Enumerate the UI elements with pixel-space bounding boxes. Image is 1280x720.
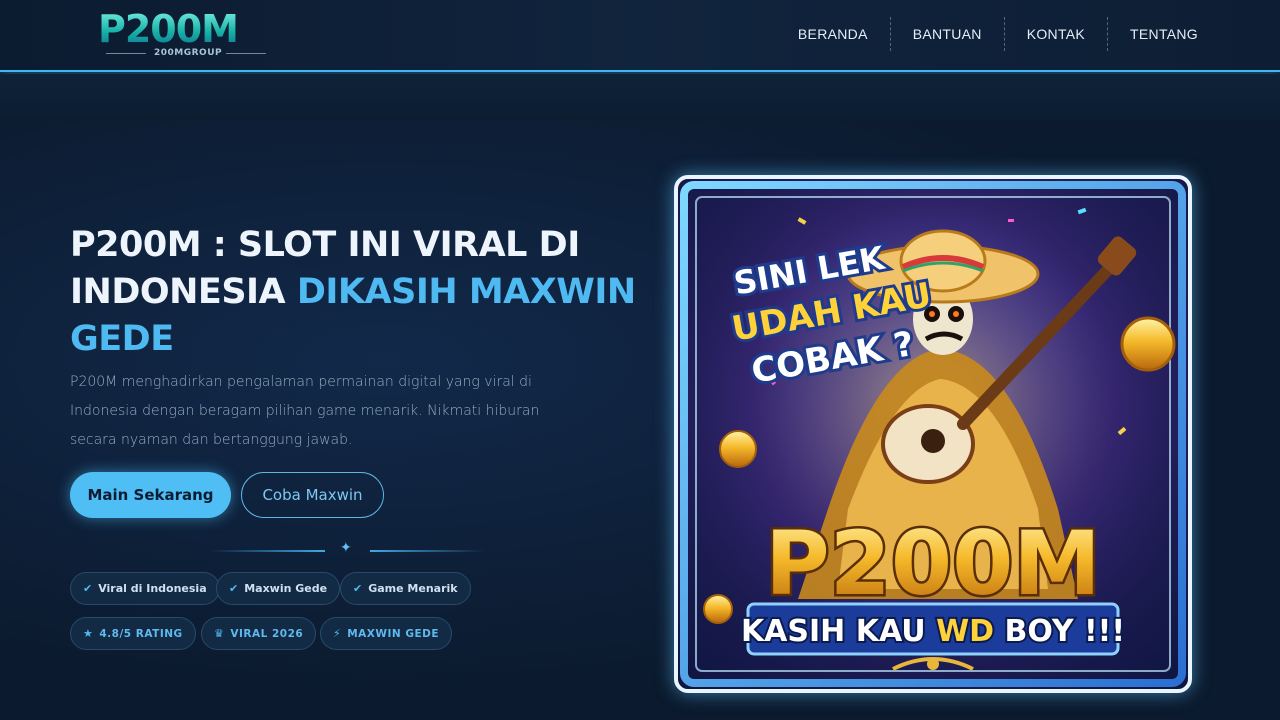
banner-brand: P200M [765, 512, 1101, 615]
badge-label: 4.8/5 RATING [99, 627, 183, 640]
hero-title: P200M : SLOT INI VIRAL DI INDONESIA DIKA… [70, 222, 640, 363]
divider-line-right [370, 550, 485, 552]
decorative-divider: ✦ [210, 540, 485, 557]
logo-subtitle: 200MGROUP [154, 48, 223, 58]
feature-chip: ✔ Viral di Indonesia [70, 572, 220, 605]
feature-label: Maxwin Gede [244, 582, 328, 595]
header-strip [0, 74, 1280, 120]
check-icon: ✔ [83, 582, 93, 595]
rating-badge: ★ 4.8/5 RATING [70, 617, 196, 650]
lightning-icon: ⚡ [333, 627, 342, 640]
logo-divider-right [226, 53, 266, 54]
nav-kontak[interactable]: KONTAK [1003, 17, 1107, 51]
feature-chip: ✔ Game Menarik [340, 572, 471, 605]
star-icon: ★ [83, 627, 94, 640]
promo-banner-image: SINI LEK UDAH KAU COBAK ? P200M KASIH KA… [674, 175, 1192, 693]
logo-divider-left [106, 53, 146, 54]
logo-text: P200M [98, 7, 239, 51]
crown-icon: ♛ [214, 627, 225, 640]
main-sekarang-button[interactable]: Main Sekarang [70, 472, 231, 518]
viral-badge: ♛ VIRAL 2026 [201, 617, 317, 650]
site-header: P200M 200MGROUP BERANDA BANTUAN KONTAK T… [0, 0, 1280, 72]
nav-tentang[interactable]: TENTANG [1107, 17, 1220, 51]
hero-description: P200M menghadirkan pengalaman permainan … [70, 374, 540, 448]
main-nav: BERANDA BANTUAN KONTAK TENTANG [776, 17, 1220, 51]
site-logo[interactable]: P200M 200MGROUP [98, 8, 273, 62]
coba-maxwin-button[interactable]: Coba Maxwin [241, 472, 384, 518]
badge-label: VIRAL 2026 [230, 627, 304, 640]
feature-label: Game Menarik [368, 582, 458, 595]
maxwin-badge: ⚡ MAXWIN GEDE [320, 617, 453, 650]
feature-chip: ✔ Maxwin Gede [216, 572, 341, 605]
nav-bantuan[interactable]: BANTUAN [889, 17, 1004, 51]
check-icon: ✔ [229, 582, 239, 595]
sparkle-icon: ✦ [340, 540, 352, 556]
nav-beranda[interactable]: BERANDA [776, 17, 890, 51]
feature-label: Viral di Indonesia [98, 582, 207, 595]
check-icon: ✔ [353, 582, 363, 595]
banner-tagline: KASIH KAU WD BOY !!! [741, 614, 1125, 649]
divider-line-left [210, 550, 325, 552]
banner-artwork: SINI LEK UDAH KAU COBAK ? P200M KASIH KA… [678, 179, 1188, 689]
badge-label: MAXWIN GEDE [347, 627, 440, 640]
